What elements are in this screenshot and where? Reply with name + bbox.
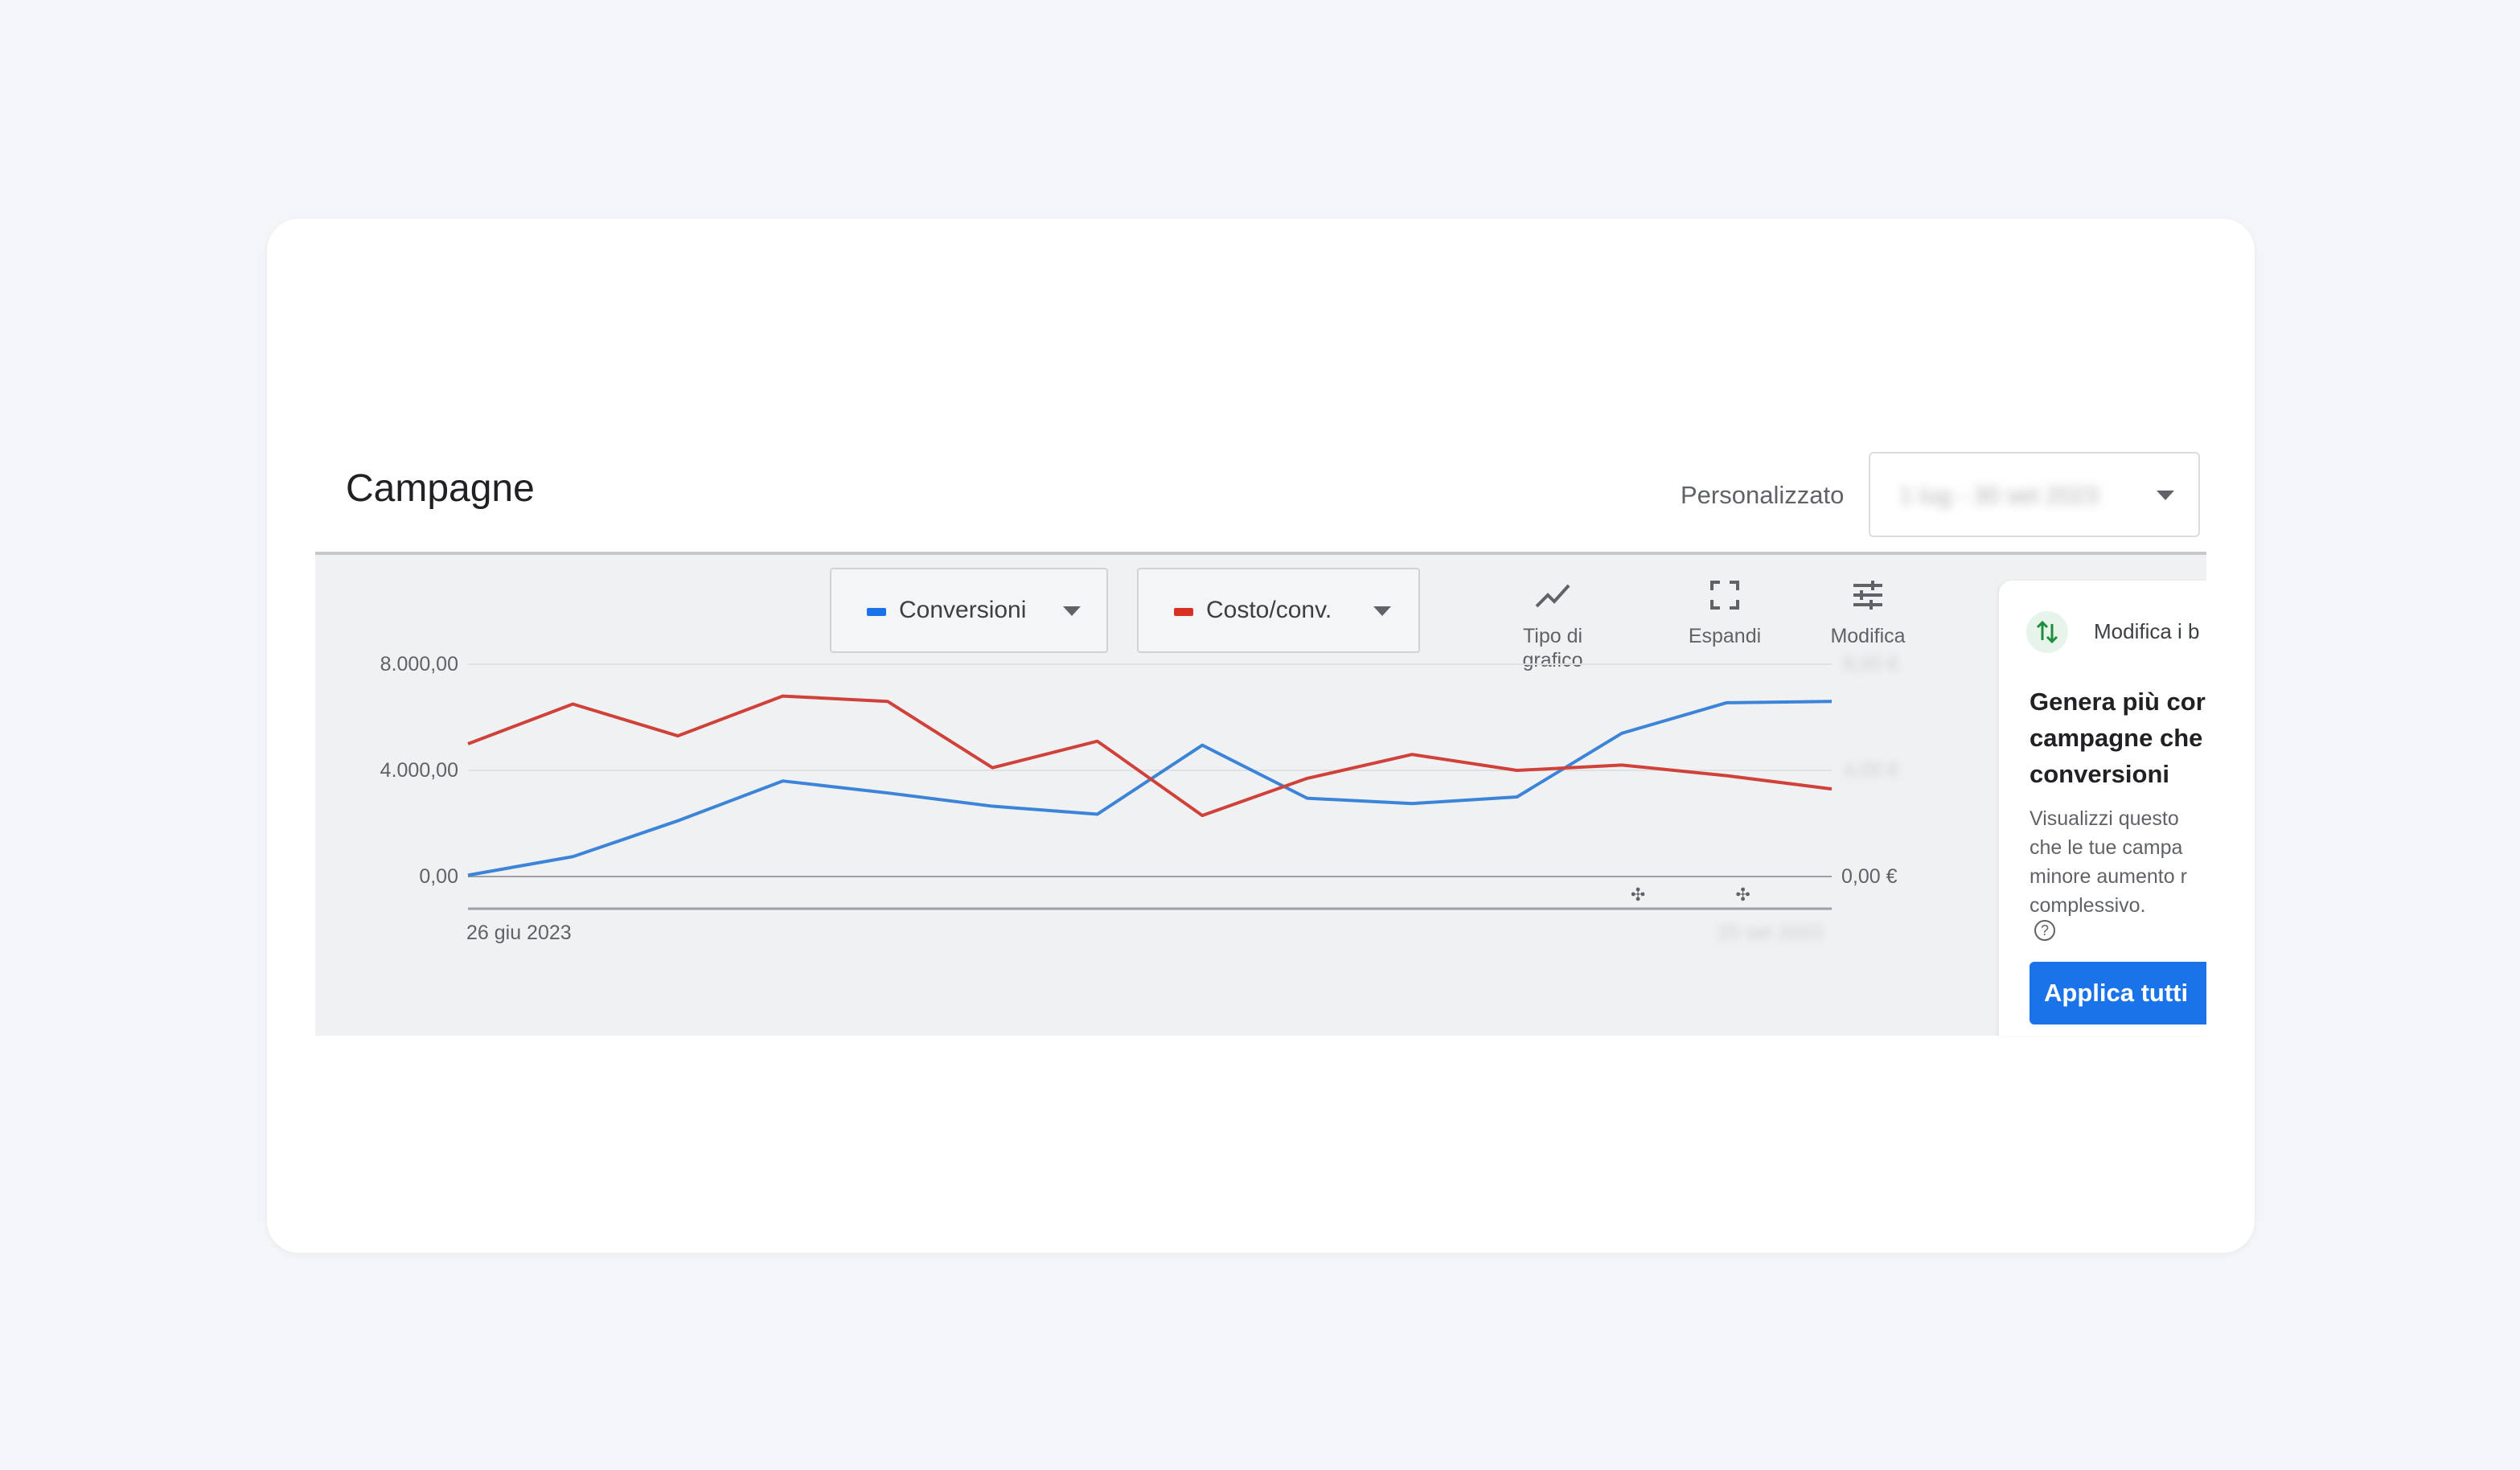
- y2-tick-label: 4,00 €: [1843, 759, 1899, 782]
- line-chart-icon: [1535, 584, 1570, 608]
- tune-icon: [1853, 581, 1882, 610]
- metric-select-conversioni[interactable]: Conversioni: [830, 568, 1108, 653]
- tool-label: Espandi: [1688, 625, 1762, 647]
- y-tick-label: 8.000,00: [380, 653, 458, 675]
- title-line: conversioni: [2030, 760, 2169, 788]
- y-tick-label: 0,00: [419, 865, 458, 888]
- series-color-swatch: [1174, 608, 1193, 616]
- expand-icon: [1710, 581, 1739, 610]
- recommendation-body: Visualizzi questo che le tue campa minor…: [2030, 804, 2206, 941]
- metric-label: Conversioni: [899, 597, 1027, 623]
- recommendation-icon: [2026, 611, 2068, 653]
- apply-all-button[interactable]: Applica tutti: [2030, 962, 2206, 1024]
- chevron-down-icon: [1063, 606, 1081, 616]
- body-line-text: complessivo.: [2030, 894, 2146, 917]
- chart-type-button[interactable]: Tipo di grafico: [1492, 576, 1613, 672]
- date-range-select[interactable]: 1 lug - 30 set 2023: [1869, 452, 2200, 537]
- swap-vertical-icon: [2036, 620, 2058, 644]
- title-line: campagne che: [2030, 724, 2203, 752]
- metric-select-costo-conv[interactable]: Costo/conv.: [1137, 568, 1420, 653]
- date-range-value: 1 lug - 30 set 2023: [1899, 482, 2099, 509]
- page-title: Campagne: [346, 467, 535, 510]
- body-line: minore aumento r: [2030, 865, 2187, 888]
- body-line: Visualizzi questo: [2030, 807, 2179, 830]
- y2-tick-label: 0,00 €: [1841, 865, 1898, 888]
- recommendation-title: Genera più cor campagne che conversioni: [2030, 684, 2206, 792]
- tool-label: Tipo di grafico: [1522, 625, 1583, 671]
- body-line: complessivo.?: [2030, 891, 2206, 941]
- edit-chart-button[interactable]: Modifica: [1808, 576, 1928, 648]
- body-line: che le tue campa: [2030, 836, 2183, 859]
- recommendation-header: Modifica i b: [2094, 619, 2200, 643]
- tool-label: Modifica: [1830, 625, 1906, 647]
- recommendation-card: Modifica i b Genera più cor campagne che…: [1999, 581, 2206, 1036]
- metric-label: Costo/conv.: [1206, 597, 1332, 623]
- y2-tick-label: 8,00 €: [1843, 653, 1899, 675]
- x-axis-start-label: 26 giu 2023: [466, 922, 572, 944]
- title-line: Genera più cor: [2030, 688, 2206, 716]
- help-icon[interactable]: ?: [2034, 920, 2055, 941]
- expand-button[interactable]: Espandi: [1664, 576, 1785, 648]
- chevron-down-icon: [2157, 491, 2174, 500]
- date-range-label: Personalizzato: [1681, 481, 1845, 509]
- series-color-swatch: [867, 608, 886, 616]
- x-axis-end-label: 25 set 2023: [1718, 922, 1823, 944]
- chevron-down-icon: [1373, 606, 1391, 616]
- y-tick-label: 4.000,00: [380, 759, 458, 782]
